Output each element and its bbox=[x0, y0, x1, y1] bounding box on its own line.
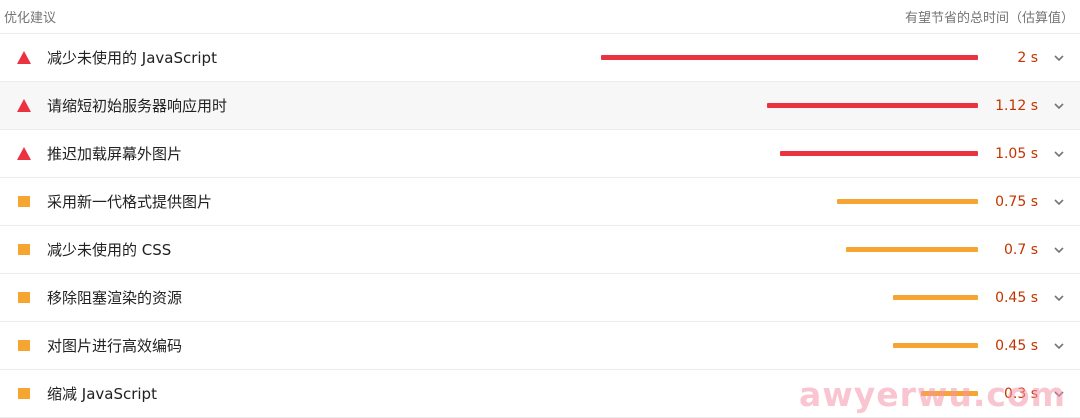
orange-square-icon bbox=[17, 195, 31, 208]
chevron-down-icon[interactable] bbox=[1052, 195, 1066, 209]
savings-value: 1.05 s bbox=[995, 146, 1038, 162]
savings-value: 1.12 s bbox=[995, 98, 1038, 114]
audit-title: 推迟加载屏幕外图片 bbox=[47, 145, 183, 163]
audit-list: 减少未使用的 JavaScript 2 s 请缩短初始服务器响应用时 1.12 s 推迟… bbox=[0, 34, 1080, 418]
chevron-down-icon[interactable] bbox=[1052, 99, 1066, 113]
savings-bar bbox=[893, 343, 978, 348]
header-left-label: 优化建议 bbox=[4, 11, 57, 26]
chevron-down-icon[interactable] bbox=[1052, 387, 1066, 401]
chevron-down-icon[interactable] bbox=[1052, 291, 1066, 305]
orange-square-icon bbox=[17, 291, 31, 304]
chevron-down-icon[interactable] bbox=[1052, 51, 1066, 65]
audit-row[interactable]: 减少未使用的 CSS 0.7 s bbox=[0, 226, 1080, 274]
header-right-label: 有望节省的总时间（估算值） bbox=[904, 11, 1074, 26]
savings-bar bbox=[767, 103, 978, 108]
savings-bar bbox=[601, 55, 978, 60]
audit-row[interactable]: 采用新一代格式提供图片 0.75 s bbox=[0, 178, 1080, 226]
orange-square-icon bbox=[17, 339, 31, 352]
audit-title: 减少未使用的 CSS bbox=[47, 241, 172, 259]
savings-bar bbox=[846, 247, 978, 252]
savings-value: 0.3 s bbox=[1003, 386, 1038, 402]
chevron-down-icon[interactable] bbox=[1052, 243, 1066, 257]
red-triangle-icon bbox=[17, 147, 31, 160]
chevron-down-icon[interactable] bbox=[1052, 339, 1066, 353]
audit-row[interactable]: 对图片进行高效编码 0.45 s bbox=[0, 322, 1080, 370]
audit-title: 采用新一代格式提供图片 bbox=[47, 193, 213, 211]
savings-value: 0.7 s bbox=[1003, 242, 1038, 258]
savings-value: 0.45 s bbox=[995, 290, 1038, 306]
orange-square-icon bbox=[17, 243, 31, 256]
audit-row[interactable]: 移除阻塞渲染的资源 0.45 s bbox=[0, 274, 1080, 322]
savings-value: 0.75 s bbox=[995, 194, 1038, 210]
audit-row[interactable]: 请缩短初始服务器响应用时 1.12 s bbox=[0, 82, 1080, 130]
chevron-down-icon[interactable] bbox=[1052, 147, 1066, 161]
opportunities-panel: 优化建议 有望节省的总时间（估算值） 减少未使用的 JavaScript 2 s 请… bbox=[0, 0, 1080, 418]
red-triangle-icon bbox=[17, 99, 31, 112]
audit-row[interactable]: 缩减 JavaScript 0.3 s bbox=[0, 370, 1080, 418]
audit-row[interactable]: 推迟加载屏幕外图片 1.05 s bbox=[0, 130, 1080, 178]
savings-bar bbox=[837, 199, 978, 204]
audit-title: 移除阻塞渲染的资源 bbox=[47, 289, 183, 307]
savings-value: 0.45 s bbox=[995, 338, 1038, 354]
audit-title: 对图片进行高效编码 bbox=[47, 337, 183, 355]
orange-square-icon bbox=[17, 387, 31, 400]
audit-title: 请缩短初始服务器响应用时 bbox=[47, 97, 228, 115]
savings-value: 2 s bbox=[1017, 50, 1038, 66]
savings-bar bbox=[921, 391, 978, 396]
savings-bar bbox=[893, 295, 978, 300]
red-triangle-icon bbox=[17, 51, 31, 64]
audit-row[interactable]: 减少未使用的 JavaScript 2 s bbox=[0, 34, 1080, 82]
audit-title: 缩减 JavaScript bbox=[47, 385, 157, 403]
savings-bar bbox=[780, 151, 978, 156]
opportunities-header: 优化建议 有望节省的总时间（估算值） bbox=[0, 0, 1080, 34]
audit-title: 减少未使用的 JavaScript bbox=[47, 49, 217, 67]
